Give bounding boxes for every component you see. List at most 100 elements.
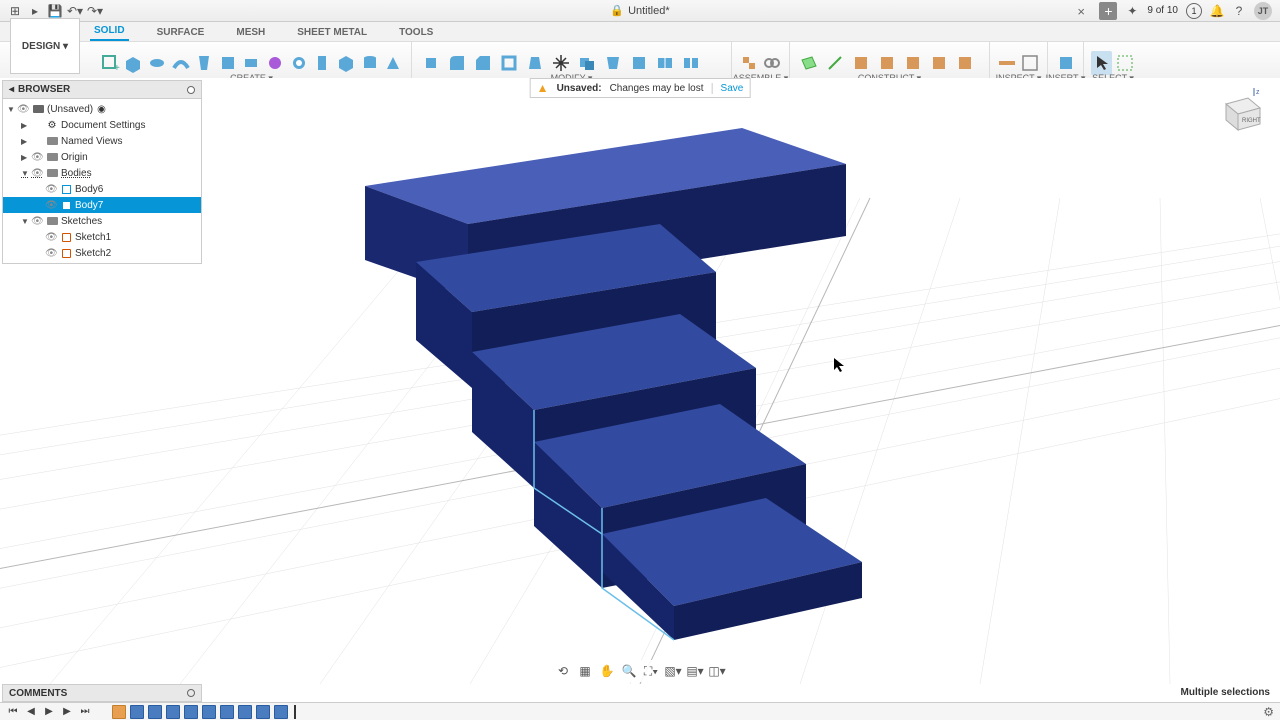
box-icon[interactable] xyxy=(335,51,357,75)
visibility-icon[interactable]: 👁 xyxy=(31,152,45,163)
scale-icon[interactable] xyxy=(549,51,573,75)
timeline-feature[interactable] xyxy=(274,705,288,719)
revolve-icon[interactable] xyxy=(146,51,168,75)
tree-row[interactable]: ▶⚙Document Settings xyxy=(3,117,201,133)
tab-tools[interactable]: TOOLS xyxy=(395,24,437,41)
extrude-icon[interactable] xyxy=(123,51,145,75)
expand-icon[interactable]: ▶ xyxy=(21,121,31,130)
fillet-icon[interactable] xyxy=(445,51,469,75)
tab-sheetmetal[interactable]: SHEET METAL xyxy=(293,24,371,41)
active-radio-icon[interactable]: ◉ xyxy=(97,104,106,115)
job-status[interactable]: 9 of 10 xyxy=(1147,5,1178,16)
undo-icon[interactable]: ↶▾ xyxy=(68,4,82,18)
timeline-marker[interactable] xyxy=(294,705,296,719)
timeline-end-icon[interactable]: ⏭ xyxy=(78,705,92,719)
visibility-icon[interactable]: 👁 xyxy=(45,184,59,195)
timeline-play-icon[interactable]: ▶ xyxy=(42,705,56,719)
timeline-feature[interactable] xyxy=(130,705,144,719)
split-face-icon[interactable] xyxy=(653,51,677,75)
browser-options-icon[interactable] xyxy=(187,86,195,94)
expand-icon[interactable]: ▶ xyxy=(21,153,31,162)
timeline-feature[interactable] xyxy=(148,705,162,719)
save-icon[interactable]: 💾 xyxy=(48,4,62,18)
orbit-icon[interactable]: ⟲ xyxy=(554,662,572,680)
combine-icon[interactable] xyxy=(575,51,599,75)
sweep-icon[interactable] xyxy=(170,51,192,75)
visibility-icon[interactable]: 👁 xyxy=(31,216,45,227)
plane-icon[interactable] xyxy=(797,51,821,75)
tab-close-icon[interactable]: × xyxy=(1077,4,1091,18)
sphere-icon[interactable] xyxy=(382,51,404,75)
timeline-feature[interactable] xyxy=(202,705,216,719)
tree-row[interactable]: ▶Named Views xyxy=(3,133,201,149)
visibility-icon[interactable]: 👁 xyxy=(17,104,31,115)
apps-icon[interactable]: ⊞ xyxy=(8,4,22,18)
lookat-icon[interactable]: ▦ xyxy=(576,662,594,680)
user-avatar[interactable]: JT xyxy=(1254,2,1272,20)
tree-row[interactable]: ▶👁Origin xyxy=(3,149,201,165)
grid-icon[interactable]: ▤▾ xyxy=(686,662,704,680)
timeline-feature[interactable] xyxy=(166,705,180,719)
construct6-icon[interactable] xyxy=(927,51,951,75)
viewcube[interactable]: z RIGHT xyxy=(1216,86,1266,136)
timeline-start-icon[interactable]: ⏮ xyxy=(6,705,20,719)
tree-row[interactable]: 👁Sketch2 xyxy=(3,245,201,261)
viewports-icon[interactable]: ◫▾ xyxy=(708,662,726,680)
construct7-icon[interactable] xyxy=(953,51,977,75)
timeline-feature[interactable] xyxy=(112,705,126,719)
presspull-icon[interactable] xyxy=(419,51,443,75)
tree-row[interactable]: 👁Sketch1 xyxy=(3,229,201,245)
web-icon[interactable] xyxy=(241,51,263,75)
split-body-icon[interactable] xyxy=(679,51,703,75)
expand-icon[interactable]: ▼ xyxy=(21,169,31,178)
offset-face-icon[interactable] xyxy=(601,51,625,75)
fit-icon[interactable]: ⛶▾ xyxy=(642,662,660,680)
hole-icon[interactable] xyxy=(288,51,310,75)
timeline-feature[interactable] xyxy=(220,705,234,719)
sketch-icon[interactable]: + xyxy=(99,51,121,75)
visibility-icon[interactable]: 👁 xyxy=(45,232,59,243)
tree-row[interactable]: ▼👁Bodies xyxy=(3,165,201,181)
visibility-icon[interactable]: 👁 xyxy=(31,168,45,179)
timeline-feature[interactable] xyxy=(184,705,198,719)
tree-row[interactable]: 👁Body6 xyxy=(3,181,201,197)
draft-icon[interactable] xyxy=(523,51,547,75)
help-icon[interactable]: ? xyxy=(1232,4,1246,18)
comments-panel-header[interactable]: COMMENTS xyxy=(2,684,202,702)
shell-icon[interactable] xyxy=(497,51,521,75)
expand-icon[interactable]: ▶ xyxy=(21,137,31,146)
construct5-icon[interactable] xyxy=(901,51,925,75)
thread-icon[interactable] xyxy=(311,51,333,75)
tree-row[interactable]: 👁Body7 xyxy=(3,197,201,213)
timeline-back-icon[interactable]: ◀ xyxy=(24,705,38,719)
workspace-button[interactable]: DESIGN ▾ xyxy=(10,18,80,74)
emboss-icon[interactable] xyxy=(264,51,286,75)
comments-options-icon[interactable] xyxy=(187,689,195,697)
cylinder-icon[interactable] xyxy=(359,51,381,75)
visibility-icon[interactable]: 👁 xyxy=(45,248,59,259)
display-icon[interactable]: ▧▾ xyxy=(664,662,682,680)
select-icon[interactable] xyxy=(1091,51,1112,75)
loft-icon[interactable] xyxy=(193,51,215,75)
timeline-settings-icon[interactable]: ⚙ xyxy=(1263,705,1274,719)
construct4-icon[interactable] xyxy=(875,51,899,75)
joint-icon[interactable] xyxy=(762,51,783,75)
expand-icon[interactable]: ▼ xyxy=(7,105,17,114)
timeline-feature[interactable] xyxy=(238,705,252,719)
axis-icon[interactable] xyxy=(823,51,847,75)
visibility-icon[interactable]: 👁 xyxy=(45,200,59,211)
construct3-icon[interactable] xyxy=(849,51,873,75)
assemble-icon[interactable] xyxy=(739,51,760,75)
tree-row[interactable]: ▼👁Sketches xyxy=(3,213,201,229)
tab-mesh[interactable]: MESH xyxy=(232,24,269,41)
notifications-icon[interactable]: 🔔 xyxy=(1210,4,1224,18)
expand-icon[interactable]: ▼ xyxy=(21,217,31,226)
tab-surface[interactable]: SURFACE xyxy=(153,24,209,41)
window-select-icon[interactable] xyxy=(1114,51,1135,75)
tab-new-icon[interactable]: + xyxy=(1099,2,1117,20)
measure-icon[interactable] xyxy=(997,51,1018,75)
redo-icon[interactable]: ↷▾ xyxy=(88,4,102,18)
job-manager-icon[interactable]: 1 xyxy=(1186,3,1202,19)
save-link[interactable]: Save xyxy=(712,83,744,94)
file-new-icon[interactable]: ▸ xyxy=(28,4,42,18)
